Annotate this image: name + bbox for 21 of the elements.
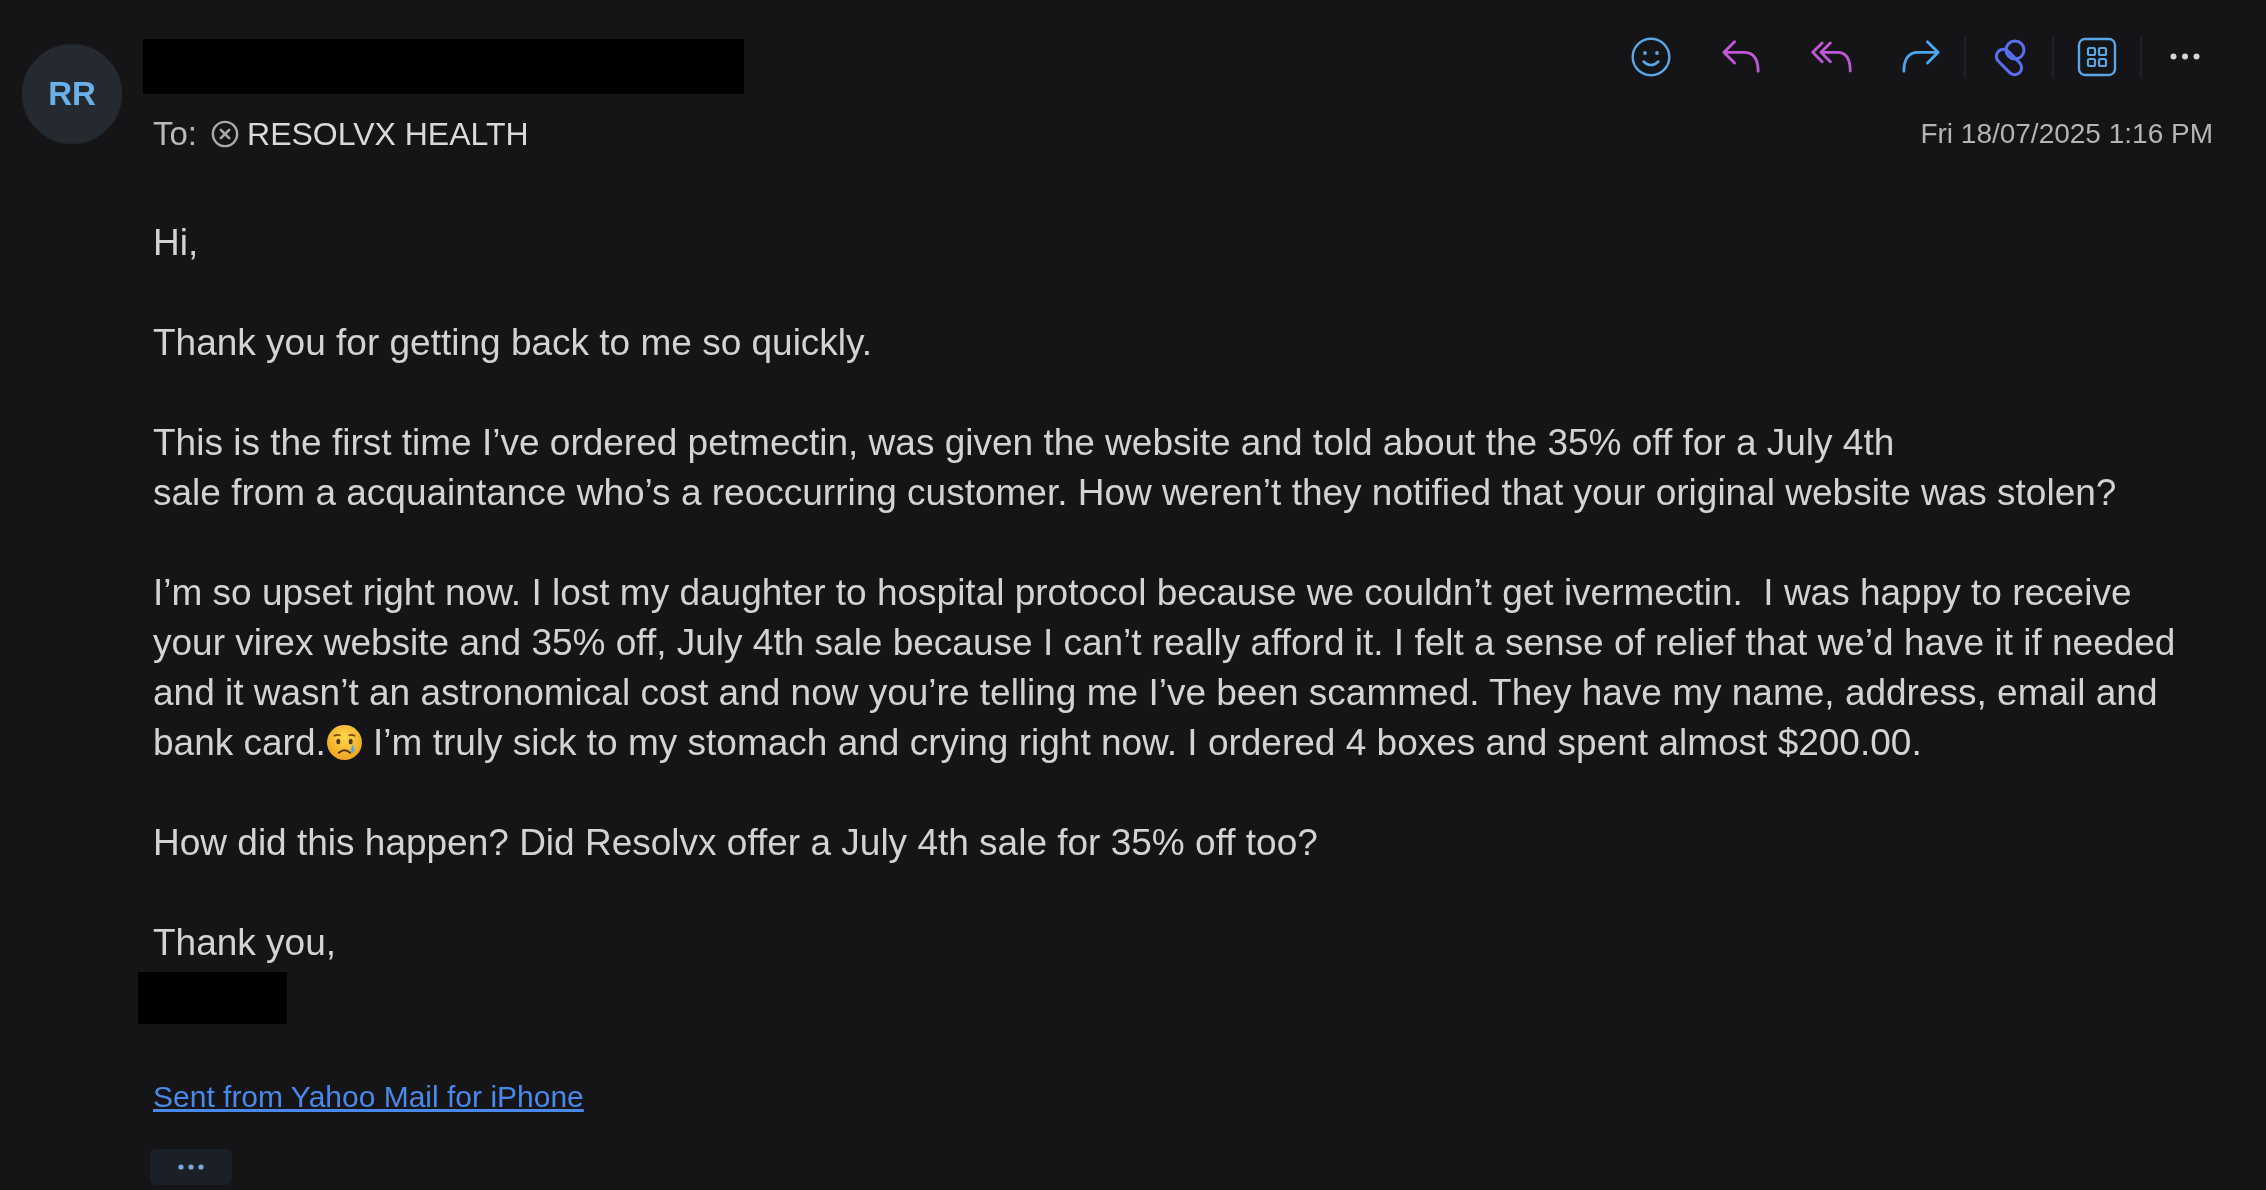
apps-grid-icon: [2077, 36, 2117, 77]
crying-face-icon: [325, 724, 363, 761]
more-icon: [178, 1164, 204, 1170]
date-time: Fri 18/07/2025 1:16 PM: [1920, 117, 2213, 151]
more-icon: [2170, 53, 2200, 60]
paragraph: Hi,: [153, 221, 200, 265]
show-trimmed-button[interactable]: [150, 1149, 232, 1185]
paragraph: This is the first time I’ve ordered petmectin, was given the website and told about the 35% off for a July 4th sale from a acquaintance who’s a reoccurring customer. How weren’t they notified that your original website was stolen?: [153, 421, 2118, 515]
smiley-icon: [1631, 36, 1671, 77]
reply-all-icon: [1810, 40, 1852, 73]
recipient-name[interactable]: RESOLVX HEALTH: [247, 110, 529, 158]
paragraph: Thank you for getting back to me so quickly.: [153, 321, 874, 365]
close-icon[interactable]: [211, 120, 240, 148]
sender-avatar: RR: [22, 44, 122, 144]
reply-icon: [1722, 40, 1760, 73]
forward-icon: [1902, 40, 1940, 73]
paragraph: Thank you,: [153, 921, 338, 965]
to-label: To:: [153, 114, 198, 155]
paragraph: How did this happen? Did Resolvx offer a July 4th sale for 35% off too?: [153, 821, 1319, 865]
signature-link[interactable]: Sent from Yahoo Mail for iPhone: [153, 1072, 584, 1122]
paragraph: I’m so upset right now. I lost my daughter to hospital protocol because we couldn’t get ivermectin. I was happy to receive your virex website and 35% off, July 4th sale because I can’t really afford it. I felt a sense of relief that we’d have it if needed and it wasn’t an astronomical cost and now you’re telling me I’ve been scammed. They have my name, address, email and bank card. I’m truly sick to my stomach and crying right now. I ordered 4 boxes and spent almost $200.00.: [153, 571, 2177, 765]
